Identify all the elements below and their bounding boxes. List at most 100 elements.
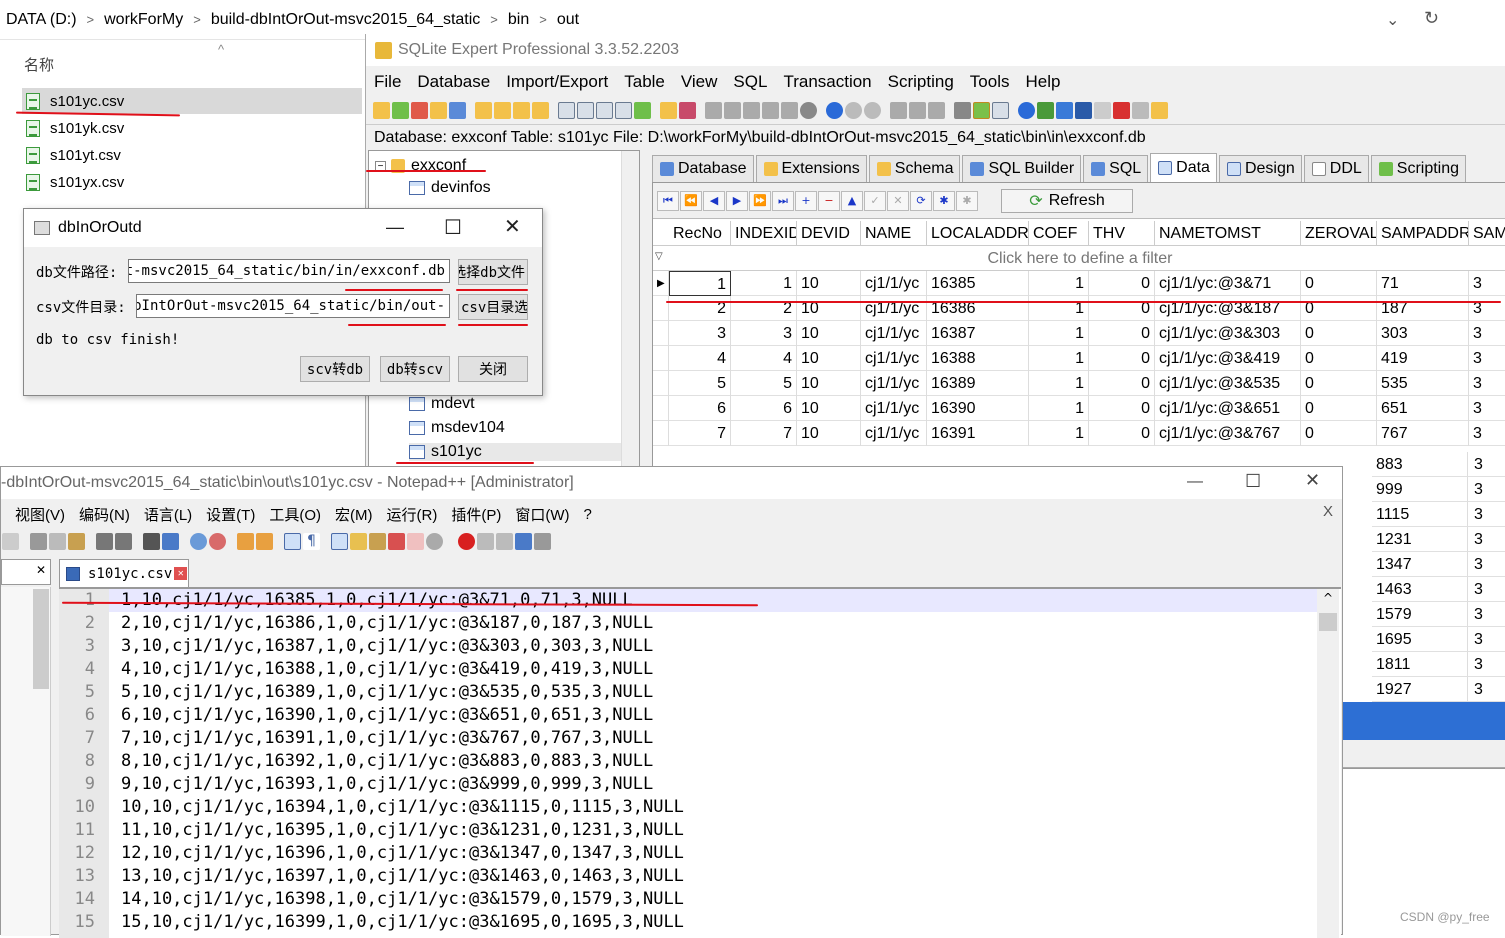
table-cell[interactable]: 4 [669,346,731,371]
menu-scripting[interactable]: Scripting [888,72,954,92]
toolbar-icon[interactable] [781,102,798,119]
eye-icon[interactable] [426,533,443,550]
table-cell[interactable]: 0 [1089,296,1155,321]
table-cell[interactable]: 0 [1301,321,1377,346]
select-db-button[interactable]: 选择db文件 [458,259,528,285]
csv-to-db-button[interactable]: scv转db [300,356,370,382]
maximize-icon[interactable]: ☐ [1245,471,1261,492]
table-cell[interactable]: 3 [1469,321,1505,346]
nav-next-page-icon[interactable]: ⏩ [749,191,771,211]
code-line[interactable]: 8,10,cj1/1/yc,16392,1,0,cj1/1/yc:@3&883,… [121,750,653,773]
tree-item-table[interactable]: mdevt [409,395,475,413]
table-cell[interactable]: 651 [1377,396,1469,421]
table-cell[interactable]: 0 [1089,396,1155,421]
toolbar-icon[interactable] [430,102,447,119]
toolbar-icon[interactable] [615,102,632,119]
table-cell[interactable]: 3 [1469,296,1505,321]
table-cell[interactable]: 3 [1468,552,1505,577]
table-cell[interactable]: 1463 [1372,577,1468,602]
column-header[interactable]: INDEXID [731,221,797,246]
toolbar-icon[interactable] [596,102,613,119]
nav-last-icon[interactable]: ⏭ [772,191,794,211]
tree-item-table[interactable]: msdev104 [409,419,505,437]
nav-next-icon[interactable]: ▶ [726,191,748,211]
menu-window[interactable]: 窗口(W) [515,504,569,525]
apply-updates-icon[interactable]: ✱ [933,191,955,211]
editor-scrollbar[interactable]: ^ [1317,589,1339,938]
table-cell[interactable]: 16389 [927,371,1029,396]
table-cell[interactable]: 1 [731,271,797,296]
sync-v-icon[interactable] [237,533,254,550]
table-cell[interactable]: 3 [1468,577,1505,602]
minimize-icon[interactable]: — [1187,473,1203,491]
paste-icon[interactable] [68,533,85,550]
table-cell[interactable]: 1579 [1372,602,1468,627]
table-cell[interactable]: 16385 [927,271,1029,296]
table-cell[interactable]: 767 [1377,421,1469,446]
menu-import-export[interactable]: Import/Export [506,72,608,92]
filter-row[interactable]: Click here to define a filter [653,246,1505,271]
table-cell[interactable]: 0 [1301,346,1377,371]
table-cell[interactable]: 1115 [1372,502,1468,527]
toolbar-icon[interactable] [558,102,575,119]
tab-extensions[interactable]: Extensions [756,155,867,182]
table-cell[interactable]: 3 [1468,452,1505,477]
zoom-out-icon[interactable] [209,533,226,550]
column-header[interactable]: LOCALADDR [927,221,1029,246]
toolbar-icon[interactable] [928,102,945,119]
table-cell[interactable]: 2 [731,296,797,321]
code-line[interactable]: 3,10,cj1/1/yc,16387,1,0,cj1/1/yc:@3&303,… [121,635,653,658]
refresh-icon[interactable]: ↻ [1424,8,1439,29]
table-cell[interactable]: 3 [1469,271,1505,296]
table-cell[interactable]: 1695 [1372,627,1468,652]
code-line[interactable]: 15,10,cj1/1/yc,16399,1,0,cj1/1/yc:@3&169… [121,911,684,934]
insert-record-icon[interactable]: + [795,191,817,211]
table-cell[interactable]: 1 [1029,421,1089,446]
breadcrumb-bin[interactable]: bin [508,11,529,29]
toolbar-icon[interactable] [890,102,907,119]
toolbar-icon[interactable] [909,102,926,119]
table-cell[interactable]: 0 [1089,421,1155,446]
stop-macro-icon[interactable] [477,533,494,550]
table-cell[interactable]: 1927 [1372,677,1468,702]
toolbar-icon[interactable] [369,533,386,550]
table-cell[interactable]: 16391 [927,421,1029,446]
toolbar-icon[interactable] [532,102,549,119]
table-cell[interactable]: cj1/1/yc [861,321,927,346]
column-header[interactable]: NAMETOMST [1155,221,1301,246]
redo-icon[interactable] [115,533,132,550]
toolbar-icon[interactable] [705,102,722,119]
table-row[interactable]: 2210cj1/1/yc1638610cj1/1/yc:@3&18701873 [653,296,1505,321]
column-header[interactable]: COEF [1029,221,1089,246]
table-row[interactable]: 7710cj1/1/yc1639110cj1/1/yc:@3&76707673 [653,421,1505,446]
code-line[interactable]: 5,10,cj1/1/yc,16389,1,0,cj1/1/yc:@3&535,… [121,681,653,704]
file-item[interactable]: s101yk.csv [22,115,362,141]
maximize-icon[interactable]: ☐ [444,215,462,240]
cancel-edit-icon[interactable]: ✕ [887,191,909,211]
table-cell[interactable]: 10 [797,421,861,446]
table-row[interactable]: 5510cj1/1/yc1638910cj1/1/yc:@3&53505353 [653,371,1505,396]
code-line[interactable]: 13,10,cj1/1/yc,16397,1,0,cj1/1/yc:@3&146… [121,865,684,888]
toolbar-icon[interactable] [992,102,1009,119]
menu-view[interactable]: 视图(V) [15,504,65,525]
refresh-data-icon[interactable]: ⟳ [910,191,932,211]
column-header[interactable]: SAM [1469,221,1505,246]
toolbar-icon[interactable] [1132,102,1149,119]
run-multiple-icon[interactable] [515,533,532,550]
tab-scripting[interactable]: Scripting [1371,155,1466,182]
wrap-icon[interactable] [284,533,301,550]
code-line[interactable]: 2,10,cj1/1/yc,16386,1,0,cj1/1/yc:@3&187,… [121,612,653,635]
code-line[interactable]: 11,10,cj1/1/yc,16395,1,0,cj1/1/yc:@3&123… [121,819,684,842]
table-row[interactable]: 3310cj1/1/yc1638710cj1/1/yc:@3&30303033 [653,321,1505,346]
toolbar-icon[interactable] [350,533,367,550]
table-cell[interactable]: 16390 [927,396,1029,421]
menu-database[interactable]: Database [417,72,490,92]
table-cell[interactable]: cj1/1/yc:@3&767 [1155,421,1301,446]
table-cell[interactable]: cj1/1/yc:@3&303 [1155,321,1301,346]
zoom-in-icon[interactable] [190,533,207,550]
db-path-input[interactable]: ut-msvc2015_64_static/bin/in/exxconf.db [128,259,450,283]
table-cell[interactable]: 16386 [927,296,1029,321]
table-cell[interactable]: 5 [731,371,797,396]
table-cell[interactable]: 3 [1468,677,1505,702]
menu-macro[interactable]: 宏(M) [335,504,373,525]
